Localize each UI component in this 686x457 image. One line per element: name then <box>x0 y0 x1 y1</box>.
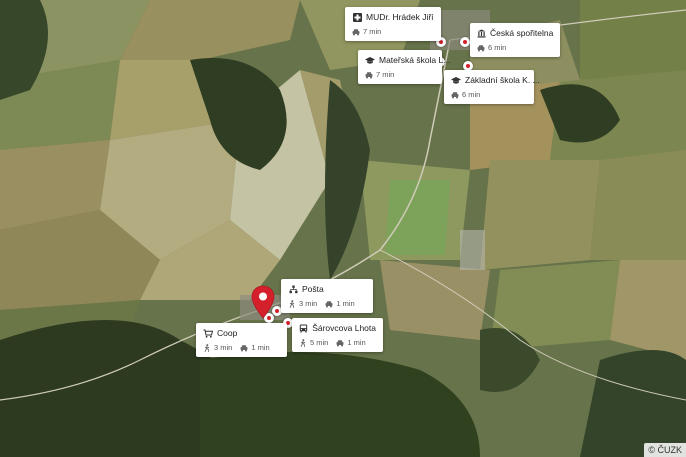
walk-time: 3 min <box>203 342 232 353</box>
satellite-map[interactable]: MUDr. Hrádek Jiří 7 min Česká spořitelna… <box>0 0 686 457</box>
poi-card-post[interactable]: Pošta 3 min 1 min <box>281 279 373 313</box>
poi-name: Česká spořitelna <box>490 28 554 38</box>
school-icon <box>451 75 461 85</box>
school-icon <box>365 55 375 65</box>
map-attribution: © ČUZK <box>644 443 686 457</box>
poi-card-bank[interactable]: Česká spořitelna 6 min <box>470 23 560 57</box>
poi-name: Coop <box>217 328 238 338</box>
bank-icon <box>477 28 486 38</box>
walking-icon <box>288 299 296 308</box>
poi-card-kindergarten[interactable]: Mateřská škola L... 7 min <box>358 50 450 84</box>
satellite-imagery <box>0 0 686 457</box>
car-icon <box>352 28 360 36</box>
car-icon <box>336 339 344 347</box>
location-pin-icon[interactable] <box>250 285 276 319</box>
poi-name: Mateřská škola L... <box>379 55 451 65</box>
poi-name: Pošta <box>302 284 324 294</box>
car-icon <box>451 91 459 99</box>
poi-card-doctor[interactable]: MUDr. Hrádek Jiří 7 min <box>345 7 441 41</box>
medical-cross-icon <box>352 12 362 22</box>
shopping-cart-icon <box>203 328 213 338</box>
drive-time: 1 min <box>240 342 270 353</box>
poi-card-coop[interactable]: Coop 3 min 1 min <box>196 323 287 357</box>
poi-name: Šárovcova Lhota <box>312 323 376 333</box>
drive-time: 6 min <box>477 42 506 53</box>
car-icon <box>325 300 333 308</box>
poi-name: Základní škola K. ... <box>465 75 540 85</box>
poi-marker-bank[interactable] <box>460 37 470 47</box>
poi-card-school[interactable]: Základní škola K. ... 6 min <box>444 70 540 104</box>
walking-icon <box>299 338 307 347</box>
post-office-icon <box>288 284 298 294</box>
poi-name: MUDr. Hrádek Jiří <box>366 12 434 22</box>
car-icon <box>477 44 485 52</box>
drive-time: 7 min <box>352 26 381 37</box>
walk-time: 5 min <box>299 337 328 348</box>
poi-card-bus-stop[interactable]: Šárovcova Lhota 5 min 1 min <box>292 318 383 352</box>
drive-time: 6 min <box>451 89 480 100</box>
drive-time: 1 min <box>336 337 366 348</box>
walk-time: 3 min <box>288 298 317 309</box>
drive-time: 7 min <box>365 69 394 80</box>
bus-icon <box>299 323 308 333</box>
walking-icon <box>203 343 211 352</box>
car-icon <box>240 344 248 352</box>
car-icon <box>365 71 373 79</box>
drive-time: 1 min <box>325 298 355 309</box>
